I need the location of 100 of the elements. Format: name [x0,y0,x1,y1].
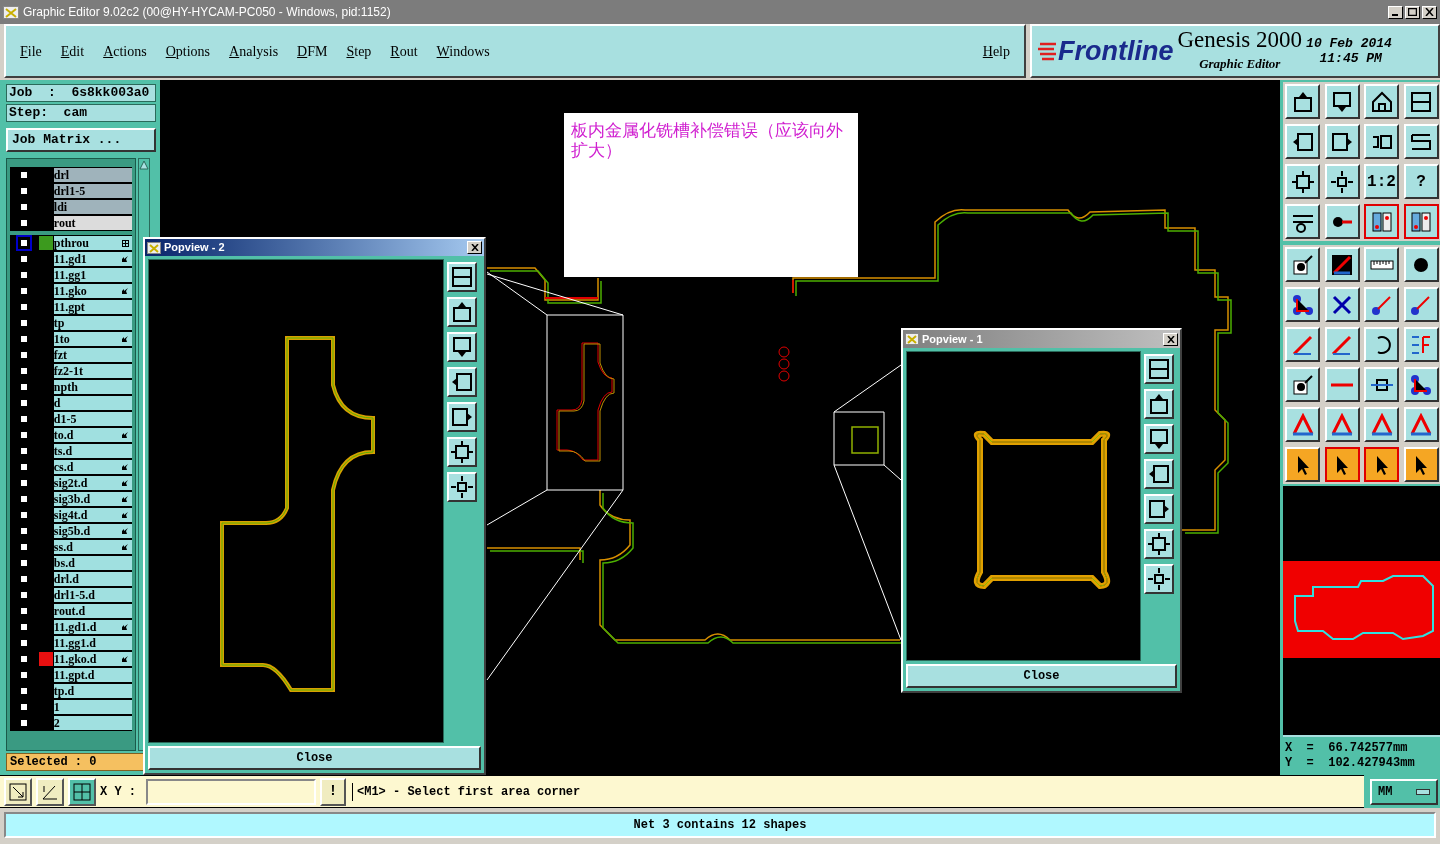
close-button[interactable]: Close [148,746,481,770]
window-icon [450,265,474,289]
brand-logo: Frontline [1058,37,1174,65]
layer-name[interactable]: bs.d [53,555,132,571]
fit-icon [1290,169,1315,194]
layer-name[interactable]: pthrou [53,235,132,251]
house-icon [1369,89,1394,114]
layer-name[interactable]: to.d [53,427,132,443]
close-icon[interactable] [467,241,482,254]
view-tool-button[interactable] [1144,354,1174,384]
layer-name[interactable]: 11.gpt.d [53,667,132,683]
overview-map[interactable] [1283,561,1440,658]
layer-name[interactable]: rout.d [53,603,132,619]
layer-name[interactable]: 11.gd1 [53,251,132,267]
grid-snap-icon[interactable] [68,777,96,806]
view-tool-button[interactable] [447,472,477,502]
layer-name[interactable]: ldi [53,199,132,215]
menu-item[interactable]: Options [165,40,211,62]
layer-name[interactable]: tp [53,315,132,331]
view-tool-button[interactable] [447,262,477,292]
menu-item[interactable]: DFM [297,40,328,62]
close-button[interactable]: Close [906,664,1177,688]
tool-button[interactable] [1324,447,1360,482]
menu-item[interactable]: Analysis [229,40,279,62]
layer-name[interactable]: sig2t.d [53,475,132,491]
menu-item[interactable]: Rout [390,40,418,62]
fit-icon [1147,532,1171,556]
view-tool-button[interactable] [447,367,477,397]
close-icon[interactable] [1163,332,1178,346]
layer-name[interactable]: d1-5 [53,411,132,427]
view-tool-button[interactable] [447,332,477,362]
pick-icon [1290,372,1315,397]
menu-item[interactable]: Help [982,40,1010,62]
scroll-up-icon[interactable] [139,159,149,171]
nodes-icon [1409,372,1433,397]
layer-name[interactable]: drl.d [53,571,132,587]
layer-name[interactable]: d [53,395,132,411]
view-tool-button[interactable] [447,297,477,327]
box-arrow-icon [450,370,474,394]
job-matrix-button[interactable]: Job Matrix ... [6,128,156,152]
layer-name[interactable]: 11.gko.d [53,651,132,667]
layer-name[interactable]: sig3b.d [53,491,132,507]
view-tool-button[interactable] [1144,389,1174,419]
layers-icon [1409,209,1433,234]
fit-icon [450,440,474,464]
layer-name[interactable]: 11.gpt [53,299,132,315]
layer-name[interactable]: sig5b.d [53,523,132,539]
xy-label: X Y : [100,783,137,801]
tool-button[interactable] [1364,204,1399,239]
layer-name[interactable]: drl [53,167,132,183]
layer-name[interactable]: fz2-1t [53,363,132,379]
layer-name[interactable]: fzt [53,347,132,363]
layer-name[interactable]: ss.d [53,539,132,555]
layer-name[interactable]: tp.d [53,683,132,699]
alert-button[interactable]: ! [320,777,346,806]
window-title: Popview - 1 [922,331,983,347]
box-arrow-icon [450,335,474,359]
layer-name[interactable]: 11.gko [53,283,132,299]
menu-item[interactable]: Actions [103,40,147,62]
close-icon[interactable] [1422,5,1437,19]
layer-name[interactable]: drl1-5 [53,183,132,199]
menu-item[interactable]: Windows [436,40,490,62]
layer-name[interactable]: cs.d [53,459,132,475]
view-tool-button[interactable] [447,437,477,467]
view-tool-button[interactable] [1144,564,1174,594]
layer-name[interactable]: 1to [53,331,132,347]
zoom-icon [1330,169,1354,194]
minimize-icon[interactable] [1388,5,1403,19]
box-arrow-icon [450,405,474,429]
triangle-icon [1330,412,1354,437]
box-arrow-icon [1147,497,1171,521]
layer-name[interactable]: 2 [53,715,132,731]
box-arrow-icon [1147,462,1171,486]
layer-name[interactable]: 11.gd1.d [53,619,132,635]
tool-button[interactable]: ? [1403,164,1439,199]
maximize-icon[interactable] [1405,5,1420,19]
units-dropdown[interactable]: MM [1370,778,1438,805]
layer-name[interactable]: npth [53,379,132,395]
view-tool-button[interactable] [1144,424,1174,454]
menu-item[interactable]: Step [346,40,372,62]
view-tool-button[interactable] [447,402,477,432]
angle-icon[interactable] [36,777,64,806]
layer-name[interactable]: ts.d [53,443,132,459]
layer-name[interactable]: 11.gg1.d [53,635,132,651]
view-tool-button[interactable] [1144,494,1174,524]
layer-name[interactable]: drl1-5.d [53,587,132,603]
view-tool-button[interactable] [1144,459,1174,489]
layer-name[interactable]: 1 [53,699,132,715]
view-tool-button[interactable] [1144,529,1174,559]
layer-name[interactable]: rout [53,215,132,231]
menu-item[interactable]: Edit [60,40,85,62]
coordinate-input[interactable] [146,778,316,805]
menu-item[interactable]: File [20,40,42,62]
layer-name[interactable]: sig4t.d [53,507,132,523]
tool-button[interactable]: 1:2 [1364,164,1399,199]
layer-name[interactable]: 11.gg1 [53,267,132,283]
nodes-icon [1290,292,1315,317]
job-field: Job : 6s8kk003a0 [6,84,156,102]
tool-button[interactable] [1364,447,1399,482]
tool-button[interactable] [1403,204,1439,239]
